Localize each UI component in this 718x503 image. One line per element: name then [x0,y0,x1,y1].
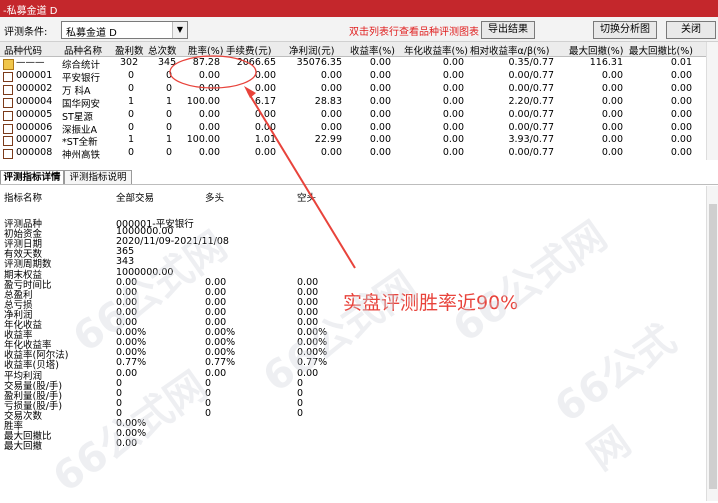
highlight-circle [169,55,257,89]
arrow-line [247,91,356,269]
arrow-head-icon [244,86,256,98]
